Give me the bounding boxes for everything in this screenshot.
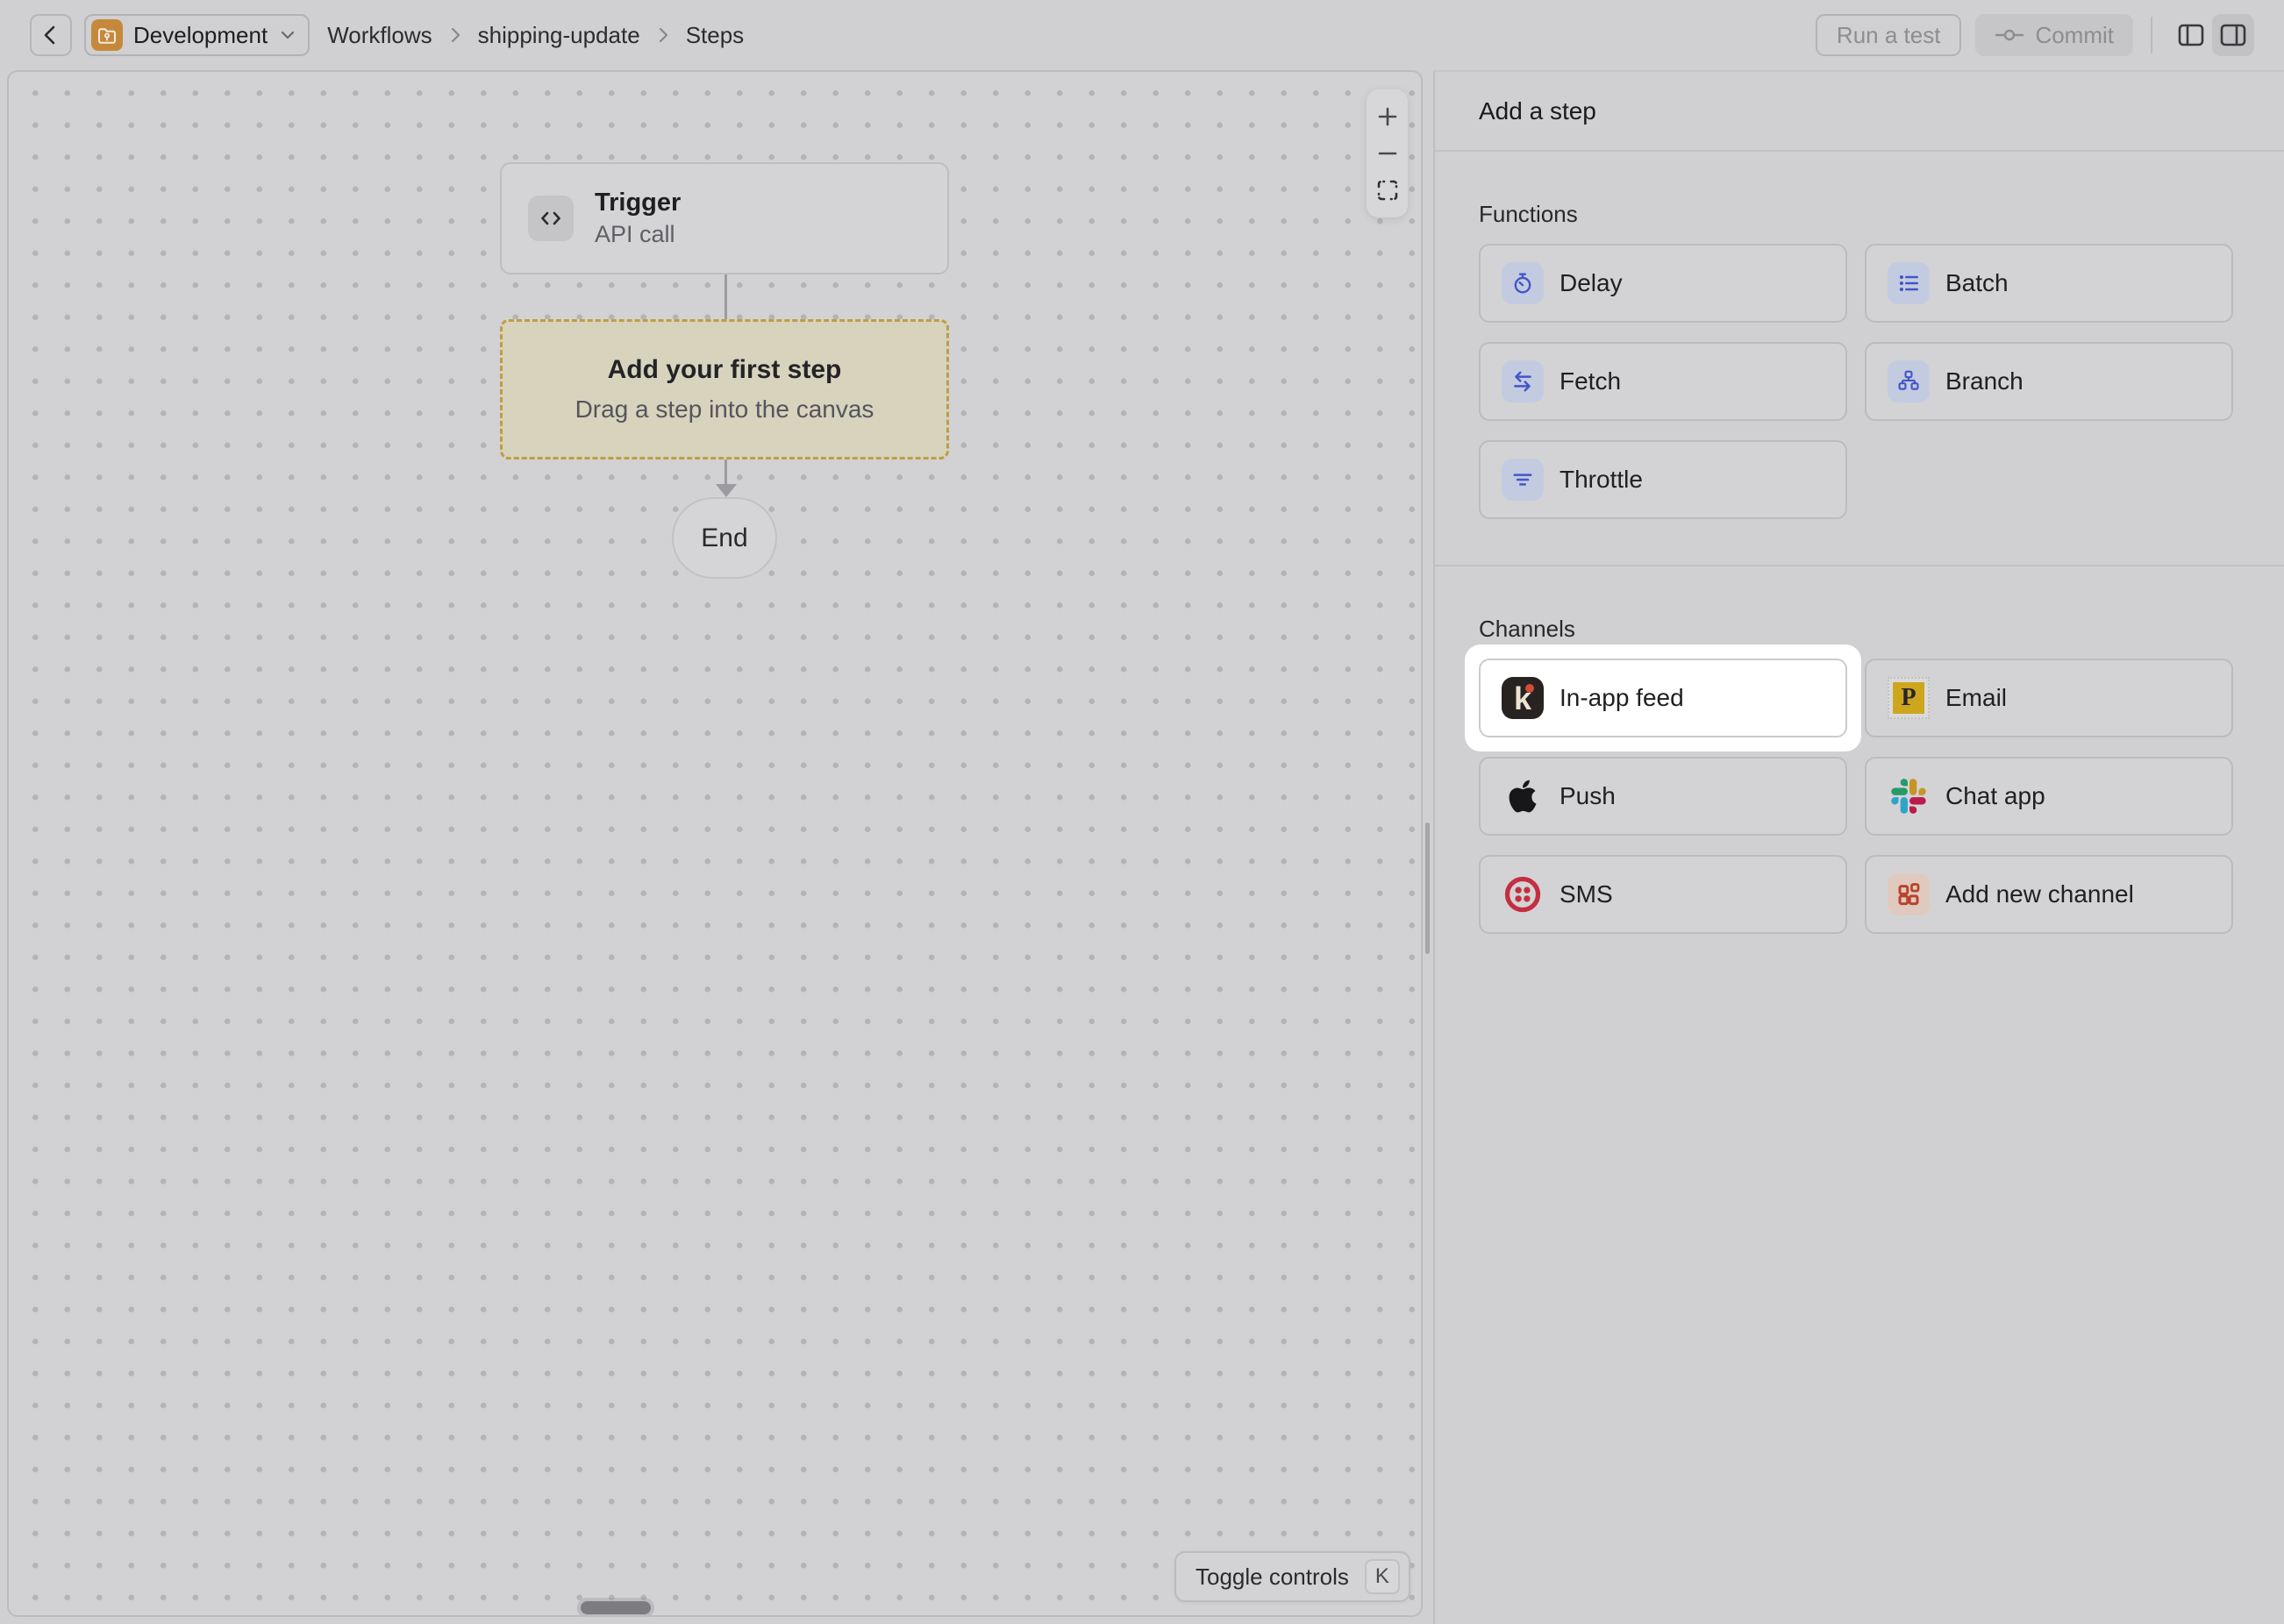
chevron-down-icon [278,25,297,45]
panel-left-icon [2176,20,2206,50]
first-step-dropzone[interactable]: Add your first step Drag a step into the… [500,319,949,459]
add-step-panel: Add a step Functions Delay Batch [1433,70,2284,1624]
apple-logo-icon [1502,775,1544,817]
functions-grid: Delay Batch Fetch [1479,244,2233,519]
trigger-node[interactable]: Trigger API call [500,162,949,274]
toggle-right-panel-button[interactable] [2212,14,2254,56]
filter-lines-icon [1502,459,1544,501]
step-card-batch[interactable]: Batch [1865,244,2233,323]
environment-folder-icon [91,19,123,51]
zoom-in-button[interactable] [1372,101,1403,132]
topbar-divider [2151,17,2152,53]
commit-button[interactable]: Commit [1975,14,2133,56]
step-card-chat-app[interactable]: Chat app [1865,757,2233,836]
run-a-test-button[interactable]: Run a test [1816,14,1962,56]
breadcrumb-workflow-name[interactable]: shipping-update [478,22,640,49]
edge-dropzone-to-end [724,459,727,486]
slack-logo-icon [1888,775,1930,817]
trigger-subtitle: API call [595,219,681,250]
environment-selector[interactable]: Development [84,14,310,56]
list-icon [1888,262,1930,304]
back-button[interactable] [30,14,72,56]
toggle-controls-label: Toggle controls [1196,1563,1349,1591]
edge-trigger-to-dropzone [724,274,727,319]
breadcrumb-workflows[interactable]: Workflows [327,22,432,49]
postmark-stamp-icon: P [1888,677,1930,719]
section-divider [1435,565,2284,566]
panel-body: Functions Delay Batch [1435,201,2284,934]
swap-arrows-icon [1502,360,1544,402]
horizontal-scrollbar-thumb[interactable] [581,1601,651,1614]
plus-icon [1375,104,1400,129]
breadcrumb-separator-icon [446,25,464,46]
toggle-left-panel-button[interactable] [2170,14,2212,56]
toggle-controls-button[interactable]: Toggle controls K [1174,1551,1410,1602]
step-card-fetch[interactable]: Fetch [1479,342,1847,421]
stopwatch-icon [1502,262,1544,304]
panel-title: Add a step [1479,97,1596,125]
dropzone-title: Add your first step [608,355,842,385]
fit-view-button[interactable] [1372,175,1403,206]
fullscreen-corners-icon [1375,178,1400,203]
step-card-branch[interactable]: Branch [1865,342,2233,421]
commit-icon [1995,25,2024,46]
trigger-title: Trigger [595,187,681,218]
step-card-email[interactable]: P Email [1865,659,2233,737]
twilio-logo-icon [1502,873,1544,915]
spotlight-highlight: k In-app feed [1465,645,1861,751]
top-bar: Development Workflows shipping-update St… [0,0,2284,70]
end-node: End [672,497,777,579]
knock-logo-icon: k [1502,677,1544,719]
panel-right-icon [2218,20,2248,50]
edge-arrowhead [716,484,737,497]
chevron-left-icon [39,24,62,46]
step-card-in-app-feed[interactable]: k In-app feed [1479,659,1847,737]
step-card-add-new-channel[interactable]: Add new channel [1865,855,2233,934]
minus-icon [1375,141,1400,166]
step-card-delay[interactable]: Delay [1479,244,1847,323]
functions-section-label: Functions [1479,201,2233,228]
canvas-zoom-controls [1367,89,1408,217]
step-card-throttle[interactable]: Throttle [1479,440,1847,519]
breadcrumb: Workflows shipping-update Steps [327,22,744,49]
step-card-sms[interactable]: SMS [1479,855,1847,934]
panel-header: Add a step [1435,72,2284,152]
workflow-canvas[interactable]: Trigger API call Add your first step Dra… [7,70,1423,1617]
environment-label: Development [133,22,268,49]
step-card-push[interactable]: Push [1479,757,1847,836]
zoom-out-button[interactable] [1372,138,1403,169]
dropzone-subtitle: Drag a step into the canvas [575,395,874,424]
add-channel-icon [1888,873,1930,915]
tree-icon [1888,360,1930,402]
channels-grid: k In-app feed P Email Push [1479,659,2233,934]
breadcrumb-steps: Steps [686,22,745,49]
keyboard-shortcut-badge: K [1365,1559,1400,1594]
workflow-builder-app: Development Workflows shipping-update St… [0,0,2284,1624]
code-icon [528,196,574,241]
breadcrumb-separator-icon [654,25,672,46]
vertical-scrollbar-thumb[interactable] [1425,823,1430,954]
channels-section-label: Channels [1479,616,2233,643]
